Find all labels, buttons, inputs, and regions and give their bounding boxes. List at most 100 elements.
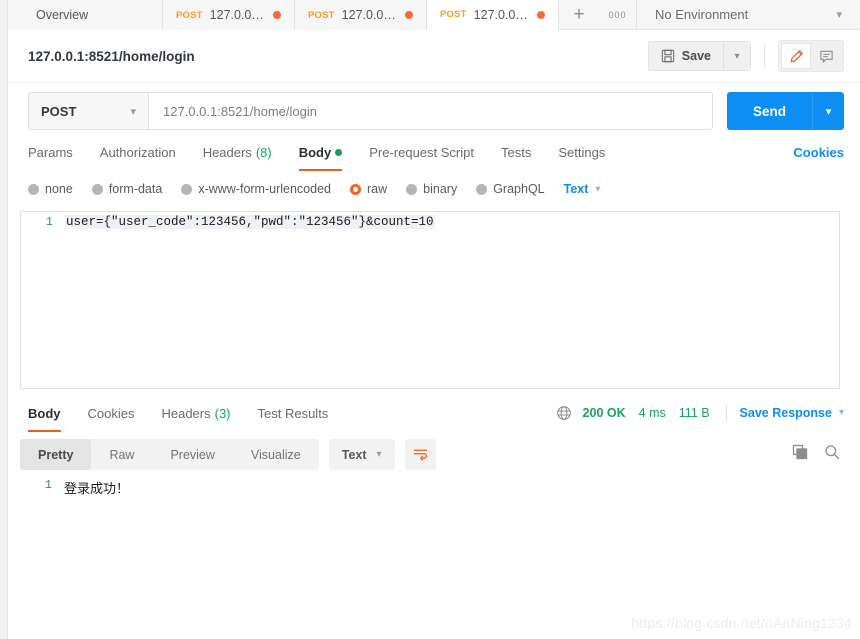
chevron-down-icon: ▾: [595, 183, 601, 195]
save-button[interactable]: Save: [647, 41, 723, 71]
new-tab-button[interactable]: +: [559, 0, 599, 29]
unsaved-indicator-icon: [405, 11, 413, 19]
view-preview-button[interactable]: Preview: [152, 439, 232, 470]
request-tab-2[interactable]: POST 127.0.0.1:...: [295, 0, 427, 30]
body-type-x-www-form-urlencoded[interactable]: x-www-form-urlencoded: [181, 182, 331, 196]
save-options-button[interactable]: ▾: [723, 41, 751, 71]
tab-label: Tests: [500, 145, 532, 160]
chevron-down-icon: ▾: [734, 50, 740, 62]
pencil-icon: [790, 49, 803, 62]
unsaved-indicator-icon: [537, 10, 545, 19]
body-type-form-data[interactable]: form-data: [91, 182, 163, 196]
body-type-graphql[interactable]: GraphQL: [476, 182, 545, 196]
copy-button[interactable]: [792, 444, 808, 465]
view-visualize-button[interactable]: Visualize: [233, 439, 319, 470]
response-tab-headers[interactable]: Headers (3): [161, 400, 230, 432]
tab-label: Pre-request Script: [369, 145, 474, 160]
save-response-button[interactable]: Save Response ▾: [740, 406, 844, 420]
tab-settings[interactable]: Settings: [558, 139, 605, 171]
response-format-select[interactable]: Text ▾: [328, 439, 395, 470]
body-format-select[interactable]: Text ▾: [564, 182, 601, 196]
url-input[interactable]: 127.0.0.1:8521/home/login: [148, 92, 713, 130]
http-method-select[interactable]: POST ▾: [28, 92, 148, 130]
view-label: Preview: [170, 447, 215, 462]
tab-options-button[interactable]: 000: [599, 0, 637, 29]
request-tab-3[interactable]: POST 127.0.0.1:...: [427, 0, 559, 30]
body-type-label: none: [45, 182, 73, 196]
radio-icon: [181, 183, 193, 195]
tab-label: Headers: [202, 145, 252, 160]
environment-selector[interactable]: No Environment ▾: [637, 0, 860, 29]
plus-icon: +: [573, 3, 585, 25]
radio-icon: [476, 183, 488, 195]
tab-body[interactable]: Body: [298, 139, 343, 171]
tab-overview-label: Overview: [36, 8, 89, 22]
body-type-raw[interactable]: raw: [350, 182, 387, 196]
body-type-label: x-www-form-urlencoded: [198, 182, 331, 196]
postman-window: Overview POST 127.0.0.1:... POST 127.0.0…: [0, 0, 860, 639]
view-raw-button[interactable]: Raw: [91, 439, 152, 470]
response-tools: [792, 444, 840, 465]
view-label: Raw: [109, 447, 135, 462]
response-time: 4 ms: [638, 405, 666, 420]
view-pretty-button[interactable]: Pretty: [20, 439, 92, 470]
cookies-link[interactable]: Cookies: [793, 139, 844, 160]
send-button[interactable]: Send: [726, 92, 812, 130]
body-type-binary[interactable]: binary: [406, 182, 457, 196]
response-tab-cookies[interactable]: Cookies: [88, 400, 135, 432]
response-view-segmented-control: Pretty Raw Preview Visualize: [20, 439, 319, 470]
tab-url-label: 127.0.0.1:...: [341, 8, 398, 22]
save-button-label: Save: [681, 49, 711, 63]
request-tab-1[interactable]: POST 127.0.0.1:...: [163, 0, 295, 30]
tab-label: Test Results: [257, 406, 329, 421]
tab-pre-request-script[interactable]: Pre-request Script: [369, 139, 474, 171]
response-tabs: Body Cookies Headers (3) Test Results 20…: [8, 400, 860, 433]
send-options-button[interactable]: ▾: [812, 92, 844, 130]
body-type-label: GraphQL: [493, 182, 545, 196]
body-type-none[interactable]: none: [28, 182, 73, 196]
header-icon-group: [778, 40, 844, 72]
request-tabs: Params Authorization Headers (8) Body Pr…: [8, 139, 860, 172]
chevron-down-icon: ▾: [836, 9, 842, 21]
response-tab-test-results[interactable]: Test Results: [258, 400, 329, 432]
search-button[interactable]: [824, 444, 840, 465]
tab-tests[interactable]: Tests: [501, 139, 531, 171]
tab-label: Authorization: [99, 145, 176, 160]
view-label: Visualize: [250, 447, 301, 462]
comments-button[interactable]: [811, 43, 841, 69]
response-status-bar: 200 OK 4 ms 111 B Save Response ▾: [556, 400, 844, 421]
response-body-text: 登录成功！: [64, 482, 130, 497]
tab-params[interactable]: Params: [28, 139, 73, 171]
tab-authorization[interactable]: Authorization: [100, 139, 176, 171]
watermark: https://blog.csdn.net/oAnNing1234: [631, 615, 852, 631]
body-present-indicator-icon: [335, 149, 343, 156]
response-size: 111 B: [678, 405, 710, 420]
edit-request-button[interactable]: [781, 43, 811, 69]
chevron-down-icon: ▾: [376, 449, 382, 460]
tab-label: Settings: [558, 145, 606, 160]
tab-label: Body: [28, 406, 61, 421]
body-type-label: form-data: [108, 182, 163, 196]
response-body-viewer[interactable]: 1 登录成功！: [20, 478, 840, 598]
radio-icon-selected: [350, 183, 361, 195]
request-body-editor[interactable]: 1 user={"user_code":123456,"pwd":"123456…: [20, 211, 840, 389]
save-response-label: Save Response: [739, 405, 832, 420]
tab-method-label: POST: [176, 9, 203, 21]
tab-url-label: 127.0.0.1:...: [473, 7, 530, 22]
body-type-options: none form-data x-www-form-urlencoded raw…: [8, 175, 860, 203]
word-wrap-button[interactable]: [404, 439, 436, 470]
chevron-down-icon: ▾: [130, 105, 136, 118]
view-label: Pretty: [38, 447, 74, 462]
collapsed-sidebar-rail[interactable]: [0, 0, 8, 639]
ellipsis-icon: 000: [608, 9, 627, 20]
environment-label: No Environment: [655, 7, 749, 22]
response-tab-body[interactable]: Body: [28, 400, 61, 432]
tab-overview[interactable]: Overview: [8, 0, 163, 30]
tab-headers[interactable]: Headers (8): [203, 139, 272, 171]
editor-line: 1 user={"user_code":123456,"pwd":"123456…: [21, 212, 839, 234]
request-body-text: user={"user_code":123456,"pwd":"123456"}…: [65, 215, 435, 229]
tab-label: Cookies: [87, 406, 135, 421]
tab-method-label: POST: [308, 9, 335, 21]
send-button-group: Send ▾: [726, 92, 844, 130]
request-header-bar: 127.0.0.1:8521/home/login Save ▾: [8, 30, 860, 83]
